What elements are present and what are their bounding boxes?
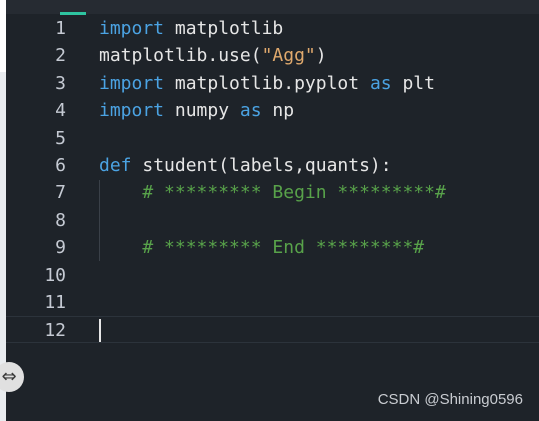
line-number: 2 — [55, 45, 66, 66]
code-token: matplotlib.use( — [99, 45, 262, 66]
screenshot-frame: 1 import matplotlib 2 matplotlib.use("Agg")… — [0, 0, 539, 421]
line-number: 10 — [44, 265, 66, 286]
code-line[interactable]: 11 — [6, 289, 539, 316]
code-token: student(labels,quants): — [131, 155, 392, 176]
code-line[interactable]: 1 import matplotlib — [6, 15, 539, 42]
keyword-token: def — [99, 155, 132, 176]
code-line[interactable]: 4 import numpy as np — [6, 97, 539, 124]
code-line[interactable]: 3 import matplotlib.pyplot as plt — [6, 70, 539, 97]
code-text: import matplotlib — [99, 15, 283, 42]
code-text: import matplotlib.pyplot as plt — [99, 70, 435, 97]
code-text: # ********* Begin *********# — [99, 179, 446, 206]
line-number: 12 — [44, 320, 66, 341]
code-line[interactable]: 2 matplotlib.use("Agg") — [6, 42, 539, 69]
keyword-token: import — [99, 73, 165, 94]
code-line[interactable]: 12 — [6, 316, 539, 343]
code-text: import numpy as np — [99, 97, 294, 124]
line-number: 1 — [55, 18, 66, 39]
keyword-token: as — [369, 73, 392, 94]
code-line[interactable]: 5 — [6, 125, 539, 152]
string-token: "Agg" — [261, 45, 316, 66]
code-line[interactable]: 6 def student(labels,quants): — [6, 152, 539, 179]
code-token: numpy — [164, 100, 240, 121]
line-number: 8 — [55, 210, 66, 231]
code-text: matplotlib.use("Agg") — [99, 42, 327, 69]
line-number: 6 — [55, 155, 66, 176]
line-number: 11 — [44, 292, 66, 313]
watermark: CSDN @Shining0596 — [377, 391, 523, 408]
comment-token: # ********* End *********# — [142, 237, 425, 258]
code-text: # ********* End *********# — [99, 234, 424, 261]
code-token: ) — [315, 45, 327, 66]
line-number: 3 — [55, 73, 66, 94]
code-line[interactable]: 7 # ********* Begin *********# — [6, 179, 539, 206]
code-token: matplotlib.pyplot — [164, 73, 370, 94]
swap-arrows-glyph: ⇔ — [1, 366, 17, 387]
code-token: matplotlib — [164, 18, 284, 39]
code-line[interactable]: 9 # ********* End *********# — [6, 234, 539, 261]
code-text: def student(labels,quants): — [99, 152, 392, 179]
keyword-token: as — [239, 100, 262, 121]
line-number: 5 — [55, 128, 66, 149]
code-line[interactable]: 8 — [6, 207, 539, 234]
line-number: 7 — [55, 182, 66, 203]
keyword-token: import — [99, 18, 165, 39]
line-number: 9 — [55, 237, 66, 258]
code-token: np — [261, 100, 295, 121]
code-line[interactable]: 10 — [6, 262, 539, 289]
keyword-token: import — [99, 100, 165, 121]
code-token: plt — [391, 73, 435, 94]
code-editor[interactable]: 1 import matplotlib 2 matplotlib.use("Agg")… — [6, 0, 539, 421]
line-number: 4 — [55, 100, 66, 121]
comment-token: # ********* Begin *********# — [142, 182, 446, 203]
